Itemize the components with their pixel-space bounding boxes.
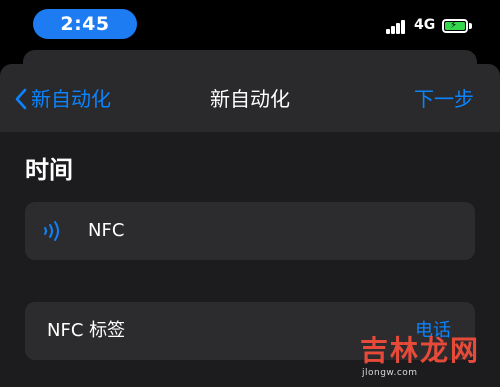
nav-bar: 新自动化 新自动化 下一步 [0,64,500,132]
time-pill[interactable]: 2:45 [33,9,137,39]
nfc-icon [44,221,59,241]
watermark-text: 吉林龙网 [360,334,481,367]
status-bar: 2:45 4G ⚡ [0,0,500,50]
next-button[interactable]: 下一步 [414,86,474,112]
battery-cap [469,23,472,29]
nfc-row[interactable]: NFC [25,202,475,260]
watermark-sub: jlongw.com [362,368,418,378]
battery-icon: ⚡ [442,19,468,33]
nfc-tag-label: NFC 标签 [47,320,126,341]
signal-icon [386,20,410,34]
network-type: 4G [414,17,436,33]
section-title: 时间 [25,156,73,184]
watermark: 吉林龙网 jlongw.com [360,334,500,384]
nfc-label: NFC [88,220,125,241]
